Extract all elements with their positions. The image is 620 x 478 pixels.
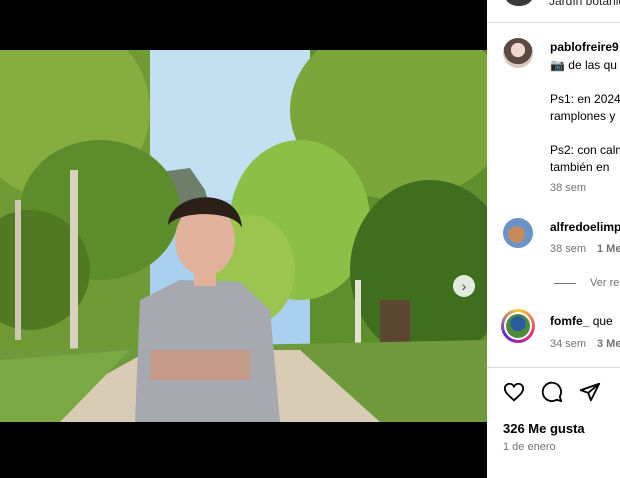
like-count[interactable]: 326 Me gusta — [503, 421, 585, 436]
caption-author-avatar[interactable] — [503, 38, 533, 68]
comment-username[interactable]: fomfe_ — [550, 314, 589, 328]
photo-scene — [0, 50, 487, 422]
view-replies-button[interactable]: Ver re — [554, 277, 619, 289]
caption-text-line: Ps2: con calm — [550, 143, 620, 157]
caption-text-line: Ps1: en 2024 — [550, 92, 620, 106]
caption-text-line: también en — [550, 160, 610, 174]
comment-likes[interactable]: 3 Me — [597, 338, 620, 350]
comment-line: fomfe_ que — [550, 314, 613, 328]
action-bar — [503, 381, 601, 403]
header-avatar[interactable] — [505, 0, 533, 6]
caption-username[interactable]: pablofreire9 — [550, 40, 619, 54]
comment-time[interactable]: 38 sem — [550, 243, 586, 255]
comment-username[interactable]: alfredoelimp — [550, 220, 620, 234]
post-photo[interactable]: › — [0, 50, 487, 422]
header-location[interactable]: Jardín botánico — [549, 0, 620, 8]
comment-time[interactable]: 34 sem — [550, 338, 586, 350]
replies-line — [554, 282, 576, 284]
comment-text: que — [592, 314, 613, 328]
caption-time[interactable]: 38 sem — [550, 182, 586, 194]
heart-icon[interactable] — [503, 381, 525, 403]
next-slide-button[interactable]: › — [453, 275, 475, 297]
comment-icon[interactable] — [541, 381, 563, 403]
view-replies-label: Ver re — [590, 277, 620, 289]
divider — [487, 367, 620, 368]
post-side-panel: Jardín botánico pablofreire9 📷 de las qu… — [487, 0, 620, 478]
post-date[interactable]: 1 de enero — [503, 441, 556, 453]
comment-avatar[interactable] — [503, 218, 533, 248]
story-ring[interactable] — [501, 309, 535, 343]
divider — [487, 22, 620, 23]
chevron-right-icon: › — [461, 278, 467, 294]
caption-text-line: ramplones y — [550, 109, 616, 123]
send-icon[interactable] — [579, 381, 601, 403]
post-media: › — [0, 0, 487, 478]
caption-text-line: 📷 de las qu — [550, 58, 617, 72]
comment-avatar — [506, 314, 530, 338]
comment-likes[interactable]: 1 Me — [597, 243, 620, 255]
